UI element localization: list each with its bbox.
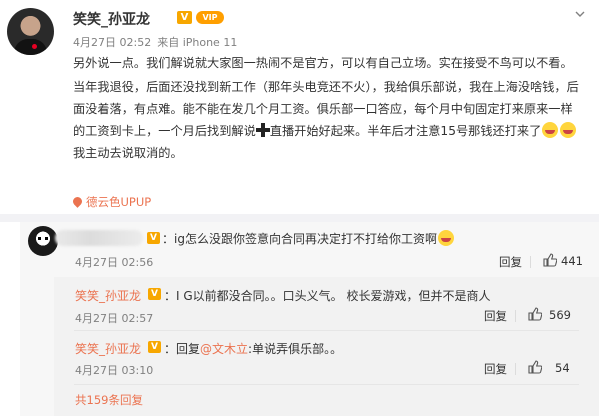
reply-text: ：I G以前都没合同。。口头义气。 校长爱游戏，但并不是商人 [164, 289, 491, 303]
location-pin-icon [71, 195, 84, 208]
commenter-name-blurred[interactable] [55, 230, 143, 246]
post-paragraph-2-end: 我主动去说取消的。 [73, 146, 183, 160]
post-time[interactable]: 4月27日 02:52 [73, 36, 151, 49]
avatar-shirt [14, 39, 47, 55]
vip-v-icon: V [147, 232, 160, 244]
comment-time[interactable]: 4月27日 02:56 [75, 254, 153, 270]
comment-text-content: ：ig怎么没跟你签意向合同再决定打不打给你工资啊 [162, 232, 437, 246]
author-name[interactable]: 笑笑_孙亚龙 [73, 9, 150, 29]
reply-divider [74, 330, 579, 331]
comment-reply-button[interactable]: 回复 [499, 254, 522, 270]
vip-v-icon: V [177, 11, 192, 24]
more-replies-link[interactable]: 共159条回复 [75, 392, 143, 408]
reply-author[interactable]: 笑笑_孙亚龙 [75, 342, 141, 356]
reply-button[interactable]: 回复 [484, 361, 507, 377]
reply-divider [74, 384, 579, 385]
thumbs-up-icon[interactable] [543, 253, 557, 267]
action-separator [530, 256, 531, 268]
reply-text-prefix: ：回复 [164, 342, 201, 356]
thumbs-up-icon[interactable] [528, 307, 542, 321]
vip-v-icon: V [148, 341, 161, 353]
section-divider [0, 214, 599, 222]
post-paragraph-2-continued: 直播开始好起来。半年后才注意15号那钱还打来了 [269, 124, 542, 138]
reply-row: 笑笑_孙亚龙 [75, 340, 141, 357]
post-paragraph-1: 另外说一点。我们解说就大家图一热闹不是官方，可以有自己立场。实在接受不鸟可以不看… [73, 56, 573, 70]
laugh-cry-emoji-icon [542, 122, 559, 138]
reply-like-count: 569 [549, 308, 571, 322]
plus-icon [255, 123, 270, 137]
post-timestamp: 4月27日 02:52 来自 iPhone 11 [73, 34, 237, 50]
mention-link[interactable]: @文木立 [200, 342, 248, 356]
post-body: 另外说一点。我们解说就大家图一热闹不是官方，可以有自己立场。实在接受不鸟可以不看… [73, 52, 583, 166]
action-separator [515, 310, 516, 322]
laugh-cry-emoji-icon [560, 122, 577, 138]
action-separator [515, 363, 516, 375]
commenter-avatar[interactable] [28, 226, 58, 256]
author-avatar[interactable] [7, 8, 54, 55]
chevron-down-icon[interactable] [575, 9, 585, 19]
reply-text-suffix: :单说弄俱乐部。。 [248, 342, 343, 356]
comment-text: ：ig怎么没跟你签意向合同再决定打不打给你工资啊 [162, 230, 455, 247]
location-link[interactable]: 德云色UPUP [71, 194, 152, 210]
location-label: 德云色UPUP [86, 195, 152, 209]
reply-time[interactable]: 4月27日 03:10 [75, 362, 153, 378]
shocked-emoji-icon [437, 230, 454, 246]
post-source: 来自 iPhone 11 [157, 36, 238, 49]
reply-row: 笑笑_孙亚龙 [75, 287, 141, 304]
reply-like-count: 54 [555, 361, 570, 375]
reply-time[interactable]: 4月27日 02:57 [75, 310, 153, 326]
avatar-eyes [38, 237, 48, 240]
vip-badge-icon: VIP [196, 11, 224, 24]
reply-author[interactable]: 笑笑_孙亚龙 [75, 289, 141, 303]
avatar-badge-dot [32, 44, 37, 49]
comment-like-count: 441 [561, 254, 583, 268]
thumbs-up-icon[interactable] [528, 360, 542, 374]
reply-text: ：回复@文木立:单说弄俱乐部。。 [164, 340, 342, 357]
reply-button[interactable]: 回复 [484, 308, 507, 324]
vip-v-icon: V [148, 288, 161, 300]
post-paragraph-2: 当年我退役，后面还没找到新工作（那年头电竞还不火），我给俱乐部说，我在上海没啥钱… [73, 76, 583, 164]
